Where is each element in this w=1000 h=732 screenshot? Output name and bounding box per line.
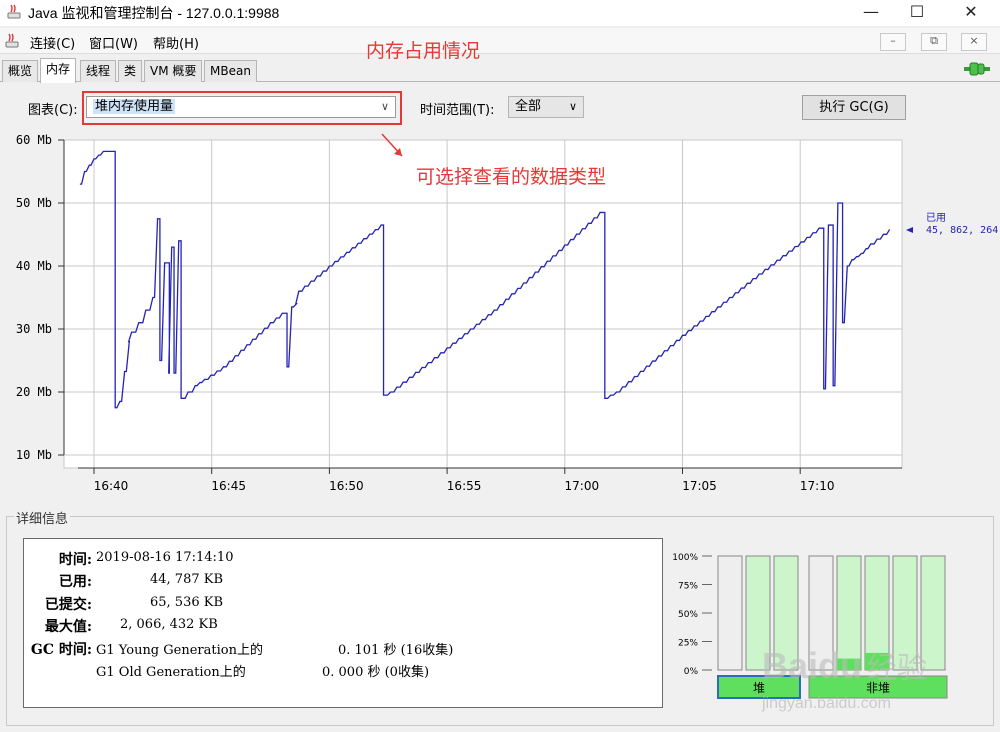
used-value: 44, 787 KB — [150, 572, 224, 587]
legend-marker — [906, 227, 913, 233]
pool-tick-label: 100% — [672, 553, 698, 563]
x-tick-label: 17:05 — [682, 479, 717, 493]
x-tick-label: 17:00 — [565, 479, 600, 493]
used-label: 已用: — [58, 574, 92, 590]
menu-connect[interactable]: 连接(C) — [30, 33, 75, 52]
details-title: 详细信息 — [14, 508, 71, 527]
y-tick-label: 60 Mb — [16, 133, 52, 147]
connection-status-icon — [964, 62, 990, 76]
x-tick-label: 16:40 — [94, 479, 129, 493]
max-label: 最大值: — [44, 619, 92, 635]
svg-text:Baidu: Baidu — [762, 645, 862, 686]
chart-legend: 已用45, 862, 264 — [906, 213, 998, 236]
close-button[interactable]: ✕ — [948, 0, 994, 26]
committed-value: 65, 536 KB — [150, 595, 224, 610]
window-title: Java 监视和管理控制台 - 127.0.0.1:9988 — [28, 5, 280, 21]
pool-tick-label: 50% — [678, 610, 698, 620]
plot-area — [63, 139, 903, 469]
tab-threads[interactable]: 线程 — [80, 60, 117, 82]
pool-bar — [717, 555, 743, 671]
y-axis: 60 Mb 50 Mb 40 Mb 30 Mb 20 Mb 10 Mb — [16, 133, 65, 462]
y-tick-label: 40 Mb — [16, 259, 52, 273]
maximize-button[interactable]: ☐ — [894, 0, 940, 26]
gc-young-name: G1 Young Generation上的 — [96, 643, 263, 658]
max-value: 2, 066, 432 KB — [120, 617, 218, 632]
y-tick-label: 30 Mb — [16, 322, 52, 336]
tab-memory[interactable]: 内存 — [40, 58, 77, 83]
svg-text:jingyan.baidu.com: jingyan.baidu.com — [761, 695, 891, 712]
annotation-select-data-type: 可选择查看的数据类型 — [416, 166, 607, 188]
gc-old-time: 0. 000 秒 (0收集) — [322, 665, 430, 680]
tab-classes[interactable]: 类 — [118, 60, 143, 82]
menu-help[interactable]: 帮助(H) — [153, 33, 199, 52]
x-axis: 16:40 16:45 16:50 16:55 17:00 17:05 17:10 — [78, 467, 902, 493]
pool-tick-label: 0% — [684, 667, 699, 677]
menu-window[interactable]: 窗口(W) — [89, 33, 138, 52]
committed-label: 已提交: — [44, 597, 92, 613]
details-panel: 时间: 2019-08-16 17:14:10 已用: 44, 787 KB 已… — [23, 538, 663, 708]
inner-close-button[interactable]: × — [961, 33, 987, 51]
time-range-select[interactable]: 全部 ∨ — [508, 96, 584, 118]
y-tick-label: 50 Mb — [16, 196, 52, 210]
legend-label: 已用 — [926, 213, 946, 224]
annotation-arrow — [381, 133, 403, 157]
y-tick-label: 20 Mb — [16, 385, 52, 399]
svg-text:经验: 经验 — [867, 651, 927, 686]
x-tick-label: 16:55 — [447, 479, 482, 493]
perform-gc-button[interactable]: 执行 GC(G) — [802, 95, 906, 120]
baidu-watermark: Baidu 经验 jingyan.baidu.com — [761, 645, 927, 712]
gc-time-label: GC 时间: — [30, 642, 92, 658]
chart-label: 图表(C): — [28, 103, 78, 118]
time-value: 2019-08-16 17:14:10 — [96, 550, 234, 565]
tab-overview[interactable]: 概览 — [2, 60, 39, 82]
tab-bar: 概览 内存 线程 类 VM 概要 MBean — [0, 58, 1000, 83]
pool-tick-label: 75% — [678, 582, 698, 592]
range-label: 时间范围(T): — [420, 103, 495, 118]
y-tick-label: 10 Mb — [16, 448, 52, 462]
time-label: 时间: — [58, 552, 92, 568]
tab-vm-summary[interactable]: VM 概要 — [144, 60, 203, 82]
inner-restore-button[interactable]: ⧉ — [921, 33, 947, 51]
java-app-icon — [7, 4, 21, 19]
java-menu-icon[interactable] — [4, 33, 20, 49]
menu-bar: 连接(C) 窗口(W) 帮助(H) – ⧉ × — [0, 28, 1000, 54]
x-tick-label: 16:45 — [211, 479, 246, 493]
time-range-value: 全部 — [515, 99, 542, 114]
annotation-highlight-box — [82, 91, 402, 125]
gc-old-name: G1 Old Generation上的 — [96, 665, 246, 680]
chevron-down-icon: ∨ — [568, 100, 577, 113]
pool-tick-label: 25% — [678, 639, 698, 649]
inner-minimize-button[interactable]: – — [880, 33, 906, 51]
x-tick-label: 17:10 — [800, 479, 835, 493]
legend-value: 45, 862, 264 — [926, 225, 998, 236]
gc-young-time: 0. 101 秒 (16收集) — [338, 643, 454, 658]
minimize-button[interactable]: — — [848, 0, 894, 26]
tab-mbean[interactable]: MBean — [204, 60, 257, 82]
x-tick-label: 16:50 — [329, 479, 364, 493]
title-bar: Java 监视和管理控制台 - 127.0.0.1:9988 — ☐ ✕ — [0, 0, 1000, 26]
